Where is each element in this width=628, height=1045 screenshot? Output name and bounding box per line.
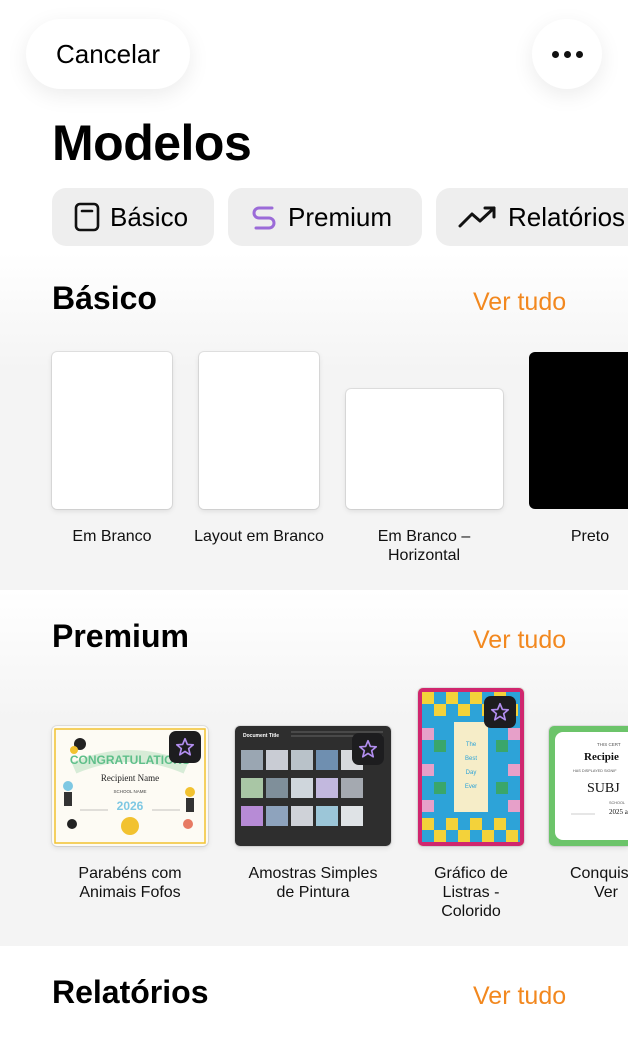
template-label: Layout em Branco — [194, 528, 324, 545]
more-dot-icon — [551, 50, 559, 58]
premium-star-icon — [358, 739, 378, 758]
template-label: Preto — [570, 528, 610, 545]
more-dot-icon — [563, 50, 571, 58]
achievement-name: Recipie — [584, 751, 619, 763]
template-achievement[interactable]: THIS CERT Recipie HAS DISPLAYED SIGNIF S… — [549, 726, 628, 846]
category-chips: Básico Premium Relatórios — [52, 188, 628, 246]
chip-basic-label: Básico — [110, 201, 189, 232]
section-title: Básico — [52, 280, 157, 316]
template-black[interactable] — [529, 352, 628, 509]
template-congratulations[interactable]: CONGRATULATIONS Recipient Name SCHOOL NA… — [52, 726, 208, 846]
premium-icon — [252, 206, 276, 230]
stripes-line-2: Best — [465, 756, 477, 762]
template-colorful-stripes[interactable]: The Best Day Ever — [418, 688, 524, 846]
template-blank[interactable] — [52, 352, 172, 509]
stripes-line-3: Day — [466, 770, 477, 776]
achievement-school: SCHOOL — [609, 801, 625, 805]
congrats-school: SCHOOL NAME — [113, 789, 146, 794]
chip-reports[interactable]: Relatórios — [436, 188, 628, 246]
template-label: Em Branco — [72, 528, 152, 545]
see-all-link[interactable]: Ver tudo — [473, 626, 566, 655]
congrats-name: Recipient Name — [101, 773, 159, 783]
template-painting-samples[interactable]: Document Title — [235, 726, 391, 846]
section-title: Premium — [52, 618, 189, 654]
cancel-button[interactable]: Cancelar — [26, 19, 190, 89]
section-basic: Básico Ver tudo Em Branco Layout em Bran… — [0, 252, 628, 590]
chip-basic[interactable]: Básico — [52, 188, 214, 246]
premium-badge — [169, 731, 201, 763]
chip-premium-label: Premium — [288, 201, 393, 232]
achievement-top: THIS CERT — [597, 742, 621, 747]
document-icon — [74, 202, 100, 232]
template-label: Conquista Ver — [556, 864, 628, 902]
section-reports: Relatórios Ver tudo — [0, 946, 628, 1045]
chip-reports-label: Relatórios — [508, 201, 626, 232]
stripes-line-1: The — [466, 742, 477, 748]
more-dot-icon — [575, 50, 583, 58]
congrats-year: 2026 — [117, 799, 144, 813]
section-title: Relatórios — [52, 974, 209, 1010]
template-blank-layout[interactable] — [199, 352, 319, 509]
stripes-line-4: Ever — [465, 784, 477, 790]
template-label: Parabéns com Animais Fofos — [78, 865, 182, 901]
see-all-link[interactable]: Ver tudo — [473, 982, 566, 1011]
more-options-button[interactable] — [532, 19, 602, 89]
achievement-mid: HAS DISPLAYED SIGNIF — [573, 769, 617, 773]
template-label: Amostras Simples de Pintura — [248, 865, 378, 901]
see-all-link[interactable]: Ver tudo — [473, 288, 566, 317]
section-premium: Premium Ver tudo CONGRATULATIONS Recipie… — [0, 590, 628, 946]
achievement-year: 2025 a — [609, 808, 628, 816]
template-label: Em Branco – Horizontal — [377, 528, 471, 564]
premium-star-icon — [175, 737, 195, 756]
template-label-text: Conquista Ver — [569, 865, 628, 901]
top-bar: Cancelar — [0, 0, 628, 110]
achievement-subject: SUBJ — [587, 781, 620, 796]
page-title: Modelos — [52, 115, 252, 171]
premium-star-icon — [490, 702, 510, 721]
chip-premium[interactable]: Premium — [228, 188, 422, 246]
template-blank-landscape[interactable] — [346, 389, 503, 509]
premium-badge — [484, 696, 516, 728]
template-label: Gráfico de Listras - Colorido — [434, 865, 508, 920]
achievement-preview: THIS CERT Recipie HAS DISPLAYED SIGNIF S… — [555, 732, 628, 840]
trend-up-icon — [458, 206, 496, 228]
painting-title: Document Title — [243, 733, 279, 739]
premium-badge — [352, 733, 384, 765]
